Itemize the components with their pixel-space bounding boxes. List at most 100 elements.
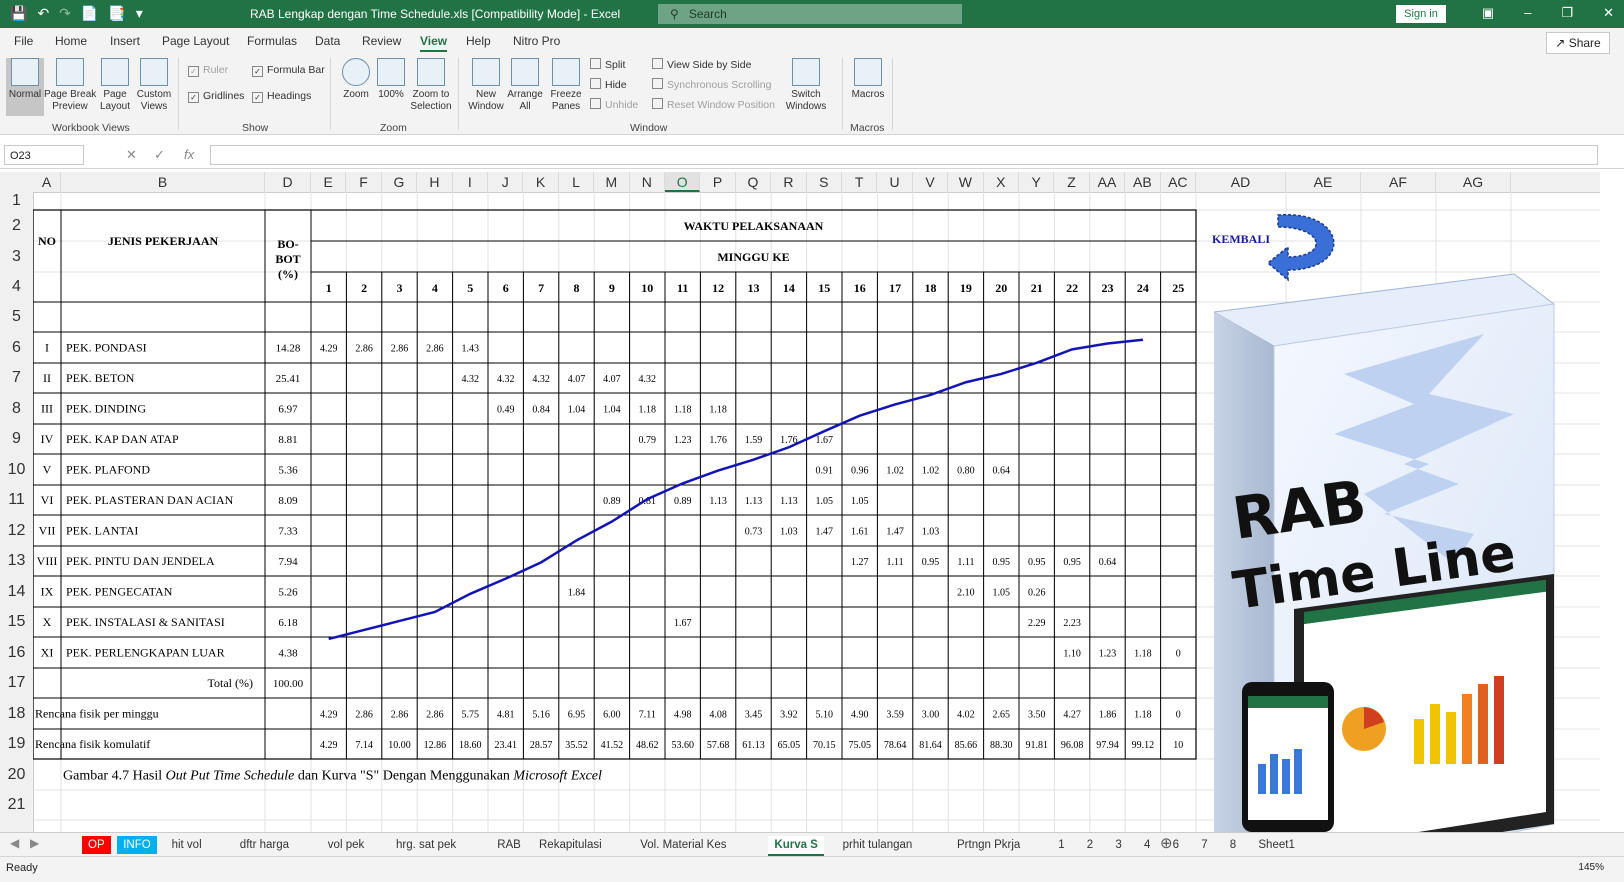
- row-header-1[interactable]: 1: [0, 192, 33, 210]
- row-header-19[interactable]: 19: [0, 735, 33, 753]
- row-header-9[interactable]: 9: [0, 430, 33, 448]
- column-header-z[interactable]: Z: [1054, 172, 1090, 192]
- sheet-tab[interactable]: 7: [1195, 836, 1213, 854]
- sheet-tab[interactable]: 3: [1109, 836, 1127, 854]
- column-header-y[interactable]: Y: [1019, 172, 1055, 192]
- tab-file[interactable]: File: [14, 34, 33, 48]
- column-header-l[interactable]: L: [559, 172, 595, 192]
- search-box[interactable]: ⚲ Search: [658, 4, 962, 24]
- column-header-a[interactable]: A: [33, 172, 61, 192]
- row-header-12[interactable]: 12: [0, 522, 33, 540]
- column-header-ag[interactable]: AG: [1436, 172, 1511, 192]
- column-header-h[interactable]: H: [417, 172, 453, 192]
- next-sheet-icon[interactable]: ▶: [30, 836, 39, 850]
- column-header-e[interactable]: E: [311, 172, 347, 192]
- touch-mode-icon[interactable]: 📑: [108, 5, 125, 22]
- sheet-tab[interactable]: dftr harga: [234, 836, 295, 854]
- column-header-g[interactable]: G: [382, 172, 418, 192]
- column-header-q[interactable]: Q: [736, 172, 772, 192]
- custom-views-button[interactable]: Custom Views: [134, 58, 174, 113]
- page-layout-button[interactable]: Page Layout: [98, 58, 132, 113]
- sheet-tab[interactable]: hit vol: [166, 836, 208, 854]
- name-box[interactable]: O23: [4, 145, 84, 165]
- ribbon-display-icon[interactable]: ▣: [1482, 5, 1494, 21]
- sheet-tab[interactable]: Prtngn Pkrja: [951, 836, 1026, 854]
- redo-icon[interactable]: ↷: [59, 5, 71, 22]
- sheet-tab[interactable]: hrg. sat pek: [390, 836, 462, 854]
- row-header-14[interactable]: 14: [0, 583, 33, 601]
- column-header-ae[interactable]: AE: [1286, 172, 1361, 192]
- column-header-p[interactable]: P: [700, 172, 736, 192]
- tab-page-layout[interactable]: Page Layout: [162, 34, 229, 48]
- gridlines-checkbox[interactable]: ✓ Gridlines: [188, 90, 244, 103]
- headings-checkbox[interactable]: ✓ Headings: [252, 90, 311, 103]
- sheet-tab[interactable]: Kurva S: [768, 836, 824, 856]
- column-header-s[interactable]: S: [807, 172, 842, 192]
- column-header-ac[interactable]: AC: [1161, 172, 1196, 192]
- row-header-3[interactable]: 3: [0, 248, 33, 266]
- column-header-m[interactable]: M: [594, 172, 630, 192]
- formula-input[interactable]: [210, 145, 1598, 165]
- row-header-20[interactable]: 20: [0, 766, 33, 784]
- row-header-7[interactable]: 7: [0, 369, 33, 387]
- sheet-tab[interactable]: vol pek: [322, 836, 370, 854]
- page-break-preview-button[interactable]: Page Break Preview: [44, 58, 96, 113]
- sheet-tab[interactable]: 1: [1052, 836, 1070, 854]
- column-header-f[interactable]: F: [346, 172, 382, 192]
- column-header-x[interactable]: X: [984, 172, 1019, 192]
- hide-button[interactable]: Hide: [590, 78, 627, 91]
- column-header-aa[interactable]: AA: [1090, 172, 1126, 192]
- column-header-i[interactable]: I: [453, 172, 488, 192]
- row-header-18[interactable]: 18: [0, 705, 33, 723]
- tab-data[interactable]: Data: [315, 34, 340, 48]
- column-header-d[interactable]: D: [265, 172, 311, 192]
- cancel-icon[interactable]: ✕: [126, 147, 137, 163]
- restore-icon[interactable]: ❐: [1561, 5, 1573, 21]
- tab-nitro-pro[interactable]: Nitro Pro: [513, 34, 560, 48]
- arrange-all-button[interactable]: Arrange All: [506, 58, 544, 113]
- row-header-15[interactable]: 15: [0, 613, 33, 631]
- column-header-af[interactable]: AF: [1361, 172, 1436, 192]
- row-header-21[interactable]: 21: [0, 796, 33, 814]
- row-header-11[interactable]: 11: [0, 491, 33, 509]
- zoom-to-selection-button[interactable]: Zoom to Selection: [408, 58, 454, 113]
- sheet-tab[interactable]: RAB: [491, 836, 527, 854]
- column-header-o[interactable]: O: [665, 172, 701, 192]
- column-header-w[interactable]: W: [948, 172, 984, 192]
- formula-bar-checkbox[interactable]: ✓ Formula Bar: [252, 64, 325, 77]
- zoom-button[interactable]: Zoom: [340, 58, 372, 101]
- column-header-b[interactable]: B: [61, 172, 265, 192]
- macros-button[interactable]: Macros: [850, 58, 886, 101]
- column-header-ad[interactable]: AD: [1196, 172, 1286, 192]
- row-header-6[interactable]: 6: [0, 339, 33, 357]
- column-header-k[interactable]: K: [523, 172, 559, 192]
- column-header-ab[interactable]: AB: [1125, 172, 1161, 192]
- sheet-tab[interactable]: prhit tulangan: [837, 836, 919, 854]
- new-window-button[interactable]: New Window: [466, 58, 506, 113]
- row-header-16[interactable]: 16: [0, 644, 33, 662]
- view-side-by-side-button[interactable]: View Side by Side: [652, 58, 751, 71]
- tab-help[interactable]: Help: [466, 34, 491, 48]
- minimize-icon[interactable]: –: [1524, 5, 1531, 21]
- signin-button[interactable]: Sign in: [1396, 5, 1446, 23]
- save-icon[interactable]: 💾: [10, 5, 27, 22]
- column-header-j[interactable]: J: [488, 172, 524, 192]
- sheet-tab[interactable]: 2: [1081, 836, 1099, 854]
- split-button[interactable]: Split: [590, 58, 625, 71]
- switch-windows-button[interactable]: Switch Windows: [780, 58, 832, 113]
- column-header-v[interactable]: V: [913, 172, 949, 192]
- tab-review[interactable]: Review: [362, 34, 401, 48]
- sheet-tab[interactable]: 8: [1224, 836, 1242, 854]
- row-header-17[interactable]: 17: [0, 674, 33, 692]
- column-header-r[interactable]: R: [771, 172, 807, 192]
- row-header-4[interactable]: 4: [0, 278, 33, 296]
- normal-view-button[interactable]: Normal: [6, 58, 44, 116]
- freeze-panes-button[interactable]: Freeze Panes: [546, 58, 586, 113]
- sheet-tab[interactable]: Sheet1: [1252, 836, 1300, 854]
- tab-home[interactable]: Home: [55, 34, 87, 48]
- sheet-tab[interactable]: INFO: [117, 836, 157, 854]
- zoom-100-button[interactable]: 100%: [376, 58, 406, 101]
- sheet-tab[interactable]: OP: [82, 836, 111, 854]
- row-header-13[interactable]: 13: [0, 552, 33, 570]
- insert-function-icon[interactable]: fx: [184, 147, 194, 162]
